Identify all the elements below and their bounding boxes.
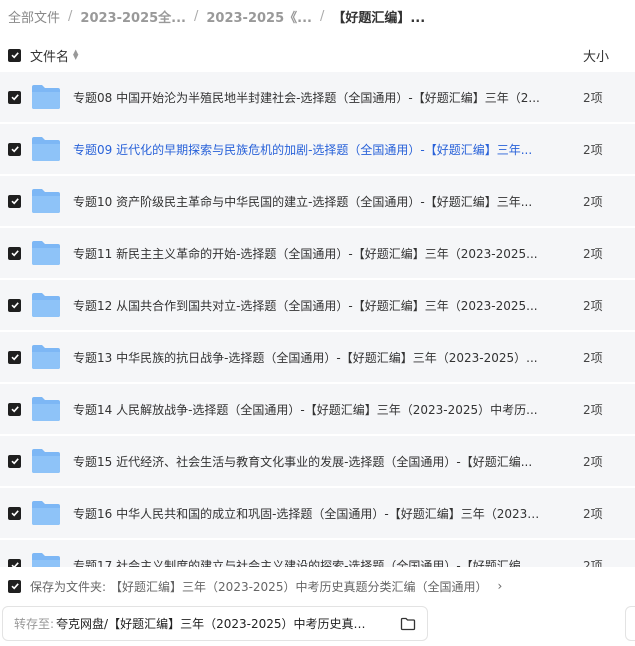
check-icon <box>10 510 19 517</box>
check-icon <box>10 198 19 205</box>
folder-icon <box>31 448 61 474</box>
breadcrumb-separator: / <box>68 8 73 24</box>
file-name[interactable]: 专题13 中华民族的抗日战争-选择题（全国通用）-【好题汇编】三年（2023-2… <box>73 349 543 366</box>
folder-icon <box>31 552 61 567</box>
check-icon <box>10 302 19 309</box>
row-checkbox[interactable] <box>8 506 21 520</box>
table-row[interactable]: 专题08 中国开始沦为半殖民地半封建社会-选择题（全国通用）-【好题汇编】三年（… <box>0 72 635 122</box>
breadcrumb-separator: / <box>193 8 199 24</box>
save-as-folder-label: 保存为文件夹: <box>30 579 107 594</box>
row-checkbox[interactable] <box>8 298 21 312</box>
row-checkbox[interactable] <box>8 246 21 260</box>
file-name[interactable]: 专题08 中国开始沦为半殖民地半封建社会-选择题（全国通用）-【好题汇编】三年（… <box>73 89 543 106</box>
file-size: 2项 <box>583 350 603 365</box>
folder-outline-icon[interactable] <box>400 617 416 634</box>
chevron-right-icon[interactable]: › <box>497 579 502 593</box>
row-checkbox[interactable] <box>8 558 21 567</box>
destination-path[interactable]: 夸克网盘/【好题汇编】三年（2023-2025）中考历史真题... <box>56 615 374 632</box>
breadcrumb-item-level-2[interactable]: 2023-2025《... <box>206 7 312 26</box>
file-name[interactable]: 专题15 近代经济、社会生活与教育文化事业的发展-选择题（全国通用）-【好题汇编… <box>73 453 543 470</box>
check-icon <box>10 52 19 59</box>
check-icon <box>10 406 19 413</box>
check-icon <box>10 94 19 101</box>
table-row[interactable]: 专题12 从国共合作到国共对立-选择题（全国通用）-【好题汇编】三年（2023-… <box>0 280 635 330</box>
folder-icon <box>31 136 61 162</box>
table-row[interactable]: 专题09 近代化的早期探索与民族危机的加剧-选择题（全国通用）-【好题汇编】三年… <box>0 124 635 174</box>
breadcrumb-separator: / <box>319 8 325 24</box>
table-row[interactable]: 专题13 中华民族的抗日战争-选择题（全国通用）-【好题汇编】三年（2023-2… <box>0 332 635 382</box>
folder-icon <box>31 84 61 110</box>
file-name[interactable]: 专题17 社会主义制度的建立与社会主义建设的探索-选择题（全国通用）-【好题汇编… <box>73 557 543 568</box>
file-size: 2项 <box>583 90 603 105</box>
file-size: 2项 <box>583 454 603 469</box>
save-as-folder-checkbox[interactable] <box>8 579 21 593</box>
select-all-checkbox[interactable] <box>8 48 21 62</box>
folder-icon <box>31 396 61 422</box>
table-row[interactable]: 专题11 新民主主义革命的开始-选择题（全国通用）-【好题汇编】三年（2023-… <box>0 228 635 278</box>
folder-icon <box>31 292 61 318</box>
column-header-name[interactable]: 文件名 <box>30 46 69 65</box>
table-row[interactable]: 专题14 人民解放战争-选择题（全国通用）-【好题汇编】三年（2023-2025… <box>0 384 635 434</box>
file-list[interactable]: 专题08 中国开始沦为半殖民地半封建社会-选择题（全国通用）-【好题汇编】三年（… <box>0 72 635 567</box>
save-folder-name[interactable]: 【好题汇编】三年（2023-2025）中考历史真题分类汇编（全国通用） <box>110 578 487 595</box>
file-size: 2项 <box>583 558 603 568</box>
breadcrumb-item-level-1[interactable]: 2023-2025全... <box>80 7 186 26</box>
table-row[interactable]: 专题15 近代经济、社会生活与教育文化事业的发展-选择题（全国通用）-【好题汇编… <box>0 436 635 486</box>
file-name[interactable]: 专题14 人民解放战争-选择题（全国通用）-【好题汇编】三年（2023-2025… <box>73 401 543 418</box>
check-icon <box>10 146 19 153</box>
row-checkbox[interactable] <box>8 90 21 104</box>
file-size: 2项 <box>583 142 603 157</box>
table-row[interactable]: 专题16 中华人民共和国的成立和巩固-选择题（全国通用）-【好题汇编】三年（20… <box>0 488 635 538</box>
file-name[interactable]: 专题12 从国共合作到国共对立-选择题（全国通用）-【好题汇编】三年（2023-… <box>73 297 543 314</box>
confirm-button[interactable] <box>625 606 635 641</box>
table-row[interactable]: 专题10 资产阶级民主革命与中华民国的建立-选择题（全国通用）-【好题汇编】三年… <box>0 176 635 226</box>
check-icon <box>10 562 19 567</box>
folder-icon <box>31 500 61 526</box>
row-checkbox[interactable] <box>8 454 21 468</box>
breadcrumb-item-all-files[interactable]: 全部文件 <box>8 7 60 26</box>
check-icon <box>10 354 19 361</box>
table-row[interactable]: 专题17 社会主义制度的建立与社会主义建设的探索-选择题（全国通用）-【好题汇编… <box>0 540 635 567</box>
row-checkbox[interactable] <box>8 350 21 364</box>
file-size: 2项 <box>583 246 603 261</box>
breadcrumb-item-current: 【好题汇编】... <box>332 10 426 26</box>
file-size: 2项 <box>583 194 603 209</box>
destination-selector[interactable]: 转存至: 夸克网盘/【好题汇编】三年（2023-2025）中考历史真题... <box>2 606 428 641</box>
file-size: 2项 <box>583 298 603 313</box>
file-name[interactable]: 专题16 中华人民共和国的成立和巩固-选择题（全国通用）-【好题汇编】三年（20… <box>73 505 543 522</box>
check-icon <box>10 458 19 465</box>
breadcrumb: 全部文件 / 2023-2025全... / 2023-2025《... / 【… <box>8 6 425 26</box>
row-checkbox[interactable] <box>8 142 21 156</box>
column-header-size: 大小 <box>583 49 610 65</box>
file-size: 2项 <box>583 402 603 417</box>
sort-icon[interactable]: ▲ ▼ <box>73 49 78 61</box>
folder-icon <box>31 344 61 370</box>
file-name[interactable]: 专题10 资产阶级民主革命与中华民国的建立-选择题（全国通用）-【好题汇编】三年… <box>73 193 543 210</box>
folder-icon <box>31 240 61 266</box>
file-name[interactable]: 专题11 新民主主义革命的开始-选择题（全国通用）-【好题汇编】三年（2023-… <box>73 245 543 262</box>
file-size: 2项 <box>583 506 603 521</box>
row-checkbox[interactable] <box>8 194 21 208</box>
file-list-header: 文件名 ▲ ▼ 大小 <box>0 40 635 70</box>
check-icon <box>10 583 19 590</box>
check-icon <box>10 250 19 257</box>
row-checkbox[interactable] <box>8 402 21 416</box>
file-name[interactable]: 专题09 近代化的早期探索与民族危机的加剧-选择题（全国通用）-【好题汇编】三年… <box>73 141 543 158</box>
destination-label: 转存至: <box>14 617 55 631</box>
folder-icon <box>31 188 61 214</box>
save-as-folder-bar: 保存为文件夹: 【好题汇编】三年（2023-2025）中考历史真题分类汇编（全国… <box>0 570 635 602</box>
